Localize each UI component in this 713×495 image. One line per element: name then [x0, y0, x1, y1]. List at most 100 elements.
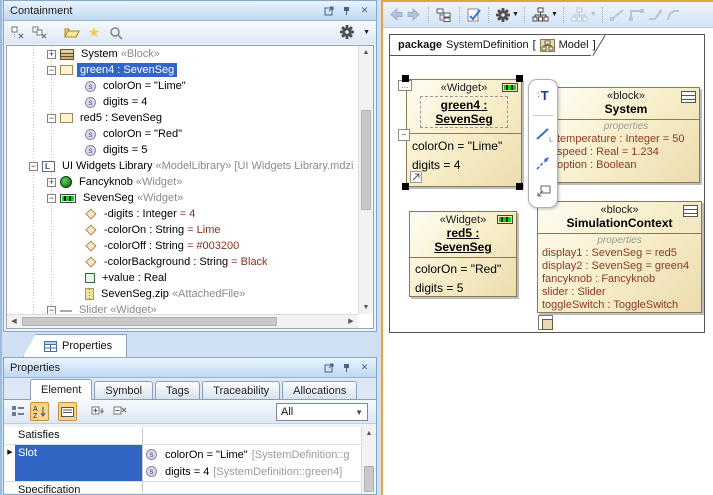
tree-item-label[interactable]: digits = 5 — [100, 143, 150, 157]
diagram-frame-tab[interactable]: package SystemDefinition [ Model ] — [390, 35, 604, 55]
property-value[interactable]: colorOn = "Lime" [SystemDefinition::gdig… — [143, 445, 375, 481]
quick-search-icon[interactable] — [106, 24, 126, 42]
tab-traceability[interactable]: Traceability — [202, 381, 280, 399]
tree-item-label[interactable]: colorOn = "Red" — [100, 127, 185, 141]
tree-item[interactable]: -digits : Integer = 4 — [7, 206, 358, 222]
collapse-icon[interactable]: − — [29, 162, 38, 171]
check-diagram-icon[interactable] — [467, 6, 481, 24]
close-icon[interactable]: ✕ — [359, 362, 370, 373]
scroll-thumb[interactable] — [364, 466, 374, 492]
tree-item[interactable]: −Slider «Widget» — [7, 302, 358, 314]
tree-item[interactable]: − UI Widgets Library «ModelLibrary» [UI W… — [7, 158, 358, 174]
tree-item-label[interactable]: -colorOff : String = #003200 — [101, 239, 242, 253]
tree-item-label[interactable]: -digits : Integer = 4 — [101, 207, 198, 221]
tree-item[interactable]: -colorOn : String = Lime — [7, 222, 358, 238]
tree-item-label[interactable]: Fancyknob «Widget» — [76, 175, 185, 189]
show-description-icon[interactable] — [58, 402, 77, 421]
collapse-all-icon[interactable] — [8, 24, 28, 42]
element-name[interactable]: green4 :SevenSeg — [420, 96, 508, 128]
tree-item[interactable]: -colorOff : String = #003200 — [7, 238, 358, 254]
collapse-icon[interactable]: − — [47, 114, 56, 123]
tree-item[interactable]: digits = 4 — [7, 94, 358, 110]
internal-diagram-icon[interactable] — [538, 315, 553, 330]
open-folder-icon[interactable] — [62, 24, 82, 42]
tree-item-label[interactable]: UI Widgets Library «ModelLibrary» [UI Wi… — [59, 159, 356, 173]
tree-item[interactable]: colorOn = "Red" — [7, 126, 358, 142]
preview-icon[interactable] — [533, 181, 553, 201]
collapse-icon[interactable]: − — [47, 66, 56, 75]
settings-gear-icon[interactable] — [337, 23, 357, 41]
element-name[interactable]: SimulationContext — [540, 216, 699, 230]
tab-properties[interactable]: Properties — [23, 334, 127, 357]
forward-icon[interactable] — [407, 6, 421, 24]
layout-tree-icon[interactable] — [532, 6, 549, 24]
pin-icon[interactable] — [341, 362, 352, 373]
element-name[interactable]: System — [555, 102, 697, 116]
tree-item[interactable]: digits = 5 — [7, 142, 358, 158]
property-name[interactable]: Satisfies — [15, 427, 143, 444]
collapse-compartment-button[interactable]: − — [398, 129, 410, 141]
node-red5[interactable]: «Widget» red5 :SevenSeg colorOn = "Red"d… — [409, 211, 517, 297]
back-icon[interactable] — [389, 6, 403, 24]
toolbar-menu-caret-icon[interactable]: ▼ — [363, 29, 370, 36]
tree-item-label[interactable]: SevenSeg.zip «AttachedFile» — [98, 287, 248, 301]
filter-select[interactable]: All ▼ — [276, 403, 368, 421]
selection-handle[interactable] — [402, 75, 409, 82]
tree-item-label[interactable]: Slider «Widget» — [76, 303, 160, 314]
tree-item[interactable]: + System «Block» — [7, 46, 358, 62]
categorized-view-icon[interactable] — [8, 402, 27, 421]
float-icon[interactable] — [323, 5, 334, 16]
tab-tags[interactable]: Tags — [155, 381, 200, 399]
expand-icon[interactable]: + — [47, 178, 56, 187]
tree-item[interactable]: +value : Real — [7, 270, 358, 286]
properties-scrollbar[interactable]: ▲ — [361, 427, 376, 494]
property-row[interactable]: Specification — [5, 482, 375, 493]
scroll-thumb[interactable] — [22, 317, 277, 326]
tree-item[interactable]: − green4 : SevenSeg — [7, 62, 358, 78]
tree-item[interactable]: −SevenSeg «Widget» — [7, 190, 358, 206]
property-value[interactable] — [143, 427, 375, 444]
property-name[interactable]: Specification — [15, 482, 143, 493]
tab-allocations[interactable]: Allocations — [282, 381, 357, 399]
text-tool-icon[interactable]: ∶T — [533, 86, 553, 106]
tree-item[interactable]: colorOn = "Lime" — [7, 78, 358, 94]
sort-alphabetic-icon[interactable]: AZ — [30, 402, 49, 421]
layout-menu-caret-icon[interactable]: ▼ — [551, 11, 558, 18]
expand-icon[interactable]: + — [47, 50, 56, 59]
property-row[interactable]: ▶SlotcolorOn = "Lime" [SystemDefinition:… — [5, 445, 375, 482]
tree-item[interactable]: SevenSeg.zip «AttachedFile» — [7, 286, 358, 302]
collapse-nodes-icon[interactable] — [110, 402, 129, 421]
element-name[interactable]: red5 :SevenSeg — [412, 226, 514, 254]
gear-menu-caret-icon[interactable]: ▼ — [512, 11, 519, 18]
tree-item-label[interactable]: -colorOn : String = Lime — [101, 223, 223, 237]
tree-vertical-scrollbar[interactable]: ▲ ▼ — [358, 46, 373, 314]
tree-item-label[interactable]: -colorBackground : String = Black — [101, 255, 271, 269]
scroll-thumb[interactable] — [361, 110, 371, 210]
collapse-icon[interactable]: − — [47, 194, 56, 203]
selection-handle[interactable] — [516, 75, 523, 82]
diagram-options-gear-icon[interactable] — [496, 6, 510, 24]
diagram-canvas[interactable]: package SystemDefinition [ Model ] «Widg… — [383, 28, 713, 495]
tree-item-label[interactable]: green4 : SevenSeg — [77, 63, 177, 77]
tree-item[interactable]: -colorBackground : String = Black — [7, 254, 358, 270]
tree-item-label[interactable]: System «Block» — [78, 47, 163, 61]
tree-item[interactable]: + Fancyknob «Widget» — [7, 174, 358, 190]
tree-horizontal-scrollbar[interactable]: ◀ ▶ — [7, 314, 358, 328]
node-green4[interactable]: «Widget» green4 :SevenSeg colorOn = "Lim… — [406, 79, 522, 187]
tree-item-label[interactable]: +value : Real — [99, 271, 170, 285]
tab-element[interactable]: Element — [30, 379, 92, 400]
property-row[interactable]: Satisfies — [5, 427, 375, 445]
selection-handle[interactable] — [516, 183, 523, 190]
selection-handle[interactable] — [402, 183, 409, 190]
tree-item-label[interactable]: digits = 4 — [100, 95, 150, 109]
quick-link-icon[interactable] — [533, 153, 553, 173]
tree-item[interactable]: −red5 : SevenSeg — [7, 110, 358, 126]
property-name[interactable]: Slot — [15, 445, 143, 481]
property-value[interactable] — [143, 482, 375, 493]
node-system[interactable]: «block» System properties temperature : … — [552, 87, 700, 183]
float-icon[interactable] — [323, 362, 334, 373]
pin-icon[interactable] — [341, 5, 352, 16]
node-simulation-context[interactable]: «block» SimulationContext properties dis… — [537, 201, 702, 313]
tree-item-label[interactable]: colorOn = "Lime" — [100, 79, 189, 93]
tab-symbol[interactable]: Symbol — [94, 381, 153, 399]
